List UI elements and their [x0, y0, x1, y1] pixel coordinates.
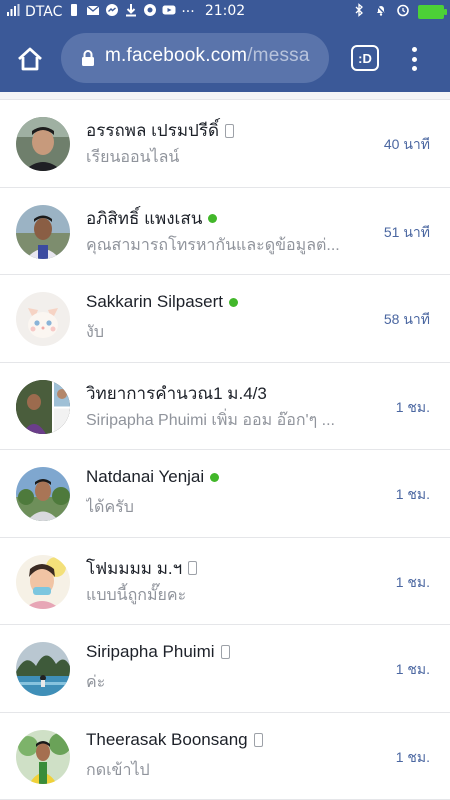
- address-bar[interactable]: m.facebook.com/messa: [61, 33, 329, 83]
- contact-name-text: โฟมมมม ม.ฯ: [86, 558, 183, 578]
- contact-name: Natdanai Yenjai: [86, 467, 220, 487]
- group-name: วิทยาการคำนวณ1 ม.4/3: [86, 380, 267, 407]
- avatar: [16, 204, 70, 259]
- status-bar: DTAC ··· 21:02: [0, 0, 450, 24]
- contact-name-text: Sakkarin Silpasert: [86, 292, 224, 311]
- conversation-row[interactable]: อรรถพล เปรมปรีดิ์ เรียนออนไลน์ 40 นาที: [0, 100, 450, 188]
- contact-name-text: Theerasak Boonsang: [86, 729, 248, 749]
- mobile-icon: [220, 645, 230, 659]
- avatar: [16, 729, 70, 784]
- alarm-icon: [396, 3, 410, 21]
- list-top-divider: [0, 92, 450, 100]
- mobile-icon: [188, 561, 198, 575]
- tab-switcher-button[interactable]: :D: [351, 45, 379, 71]
- contact-name: Theerasak Boonsang: [86, 730, 263, 750]
- conversation-row[interactable]: โฟมมมม ม.ฯ แบบนี้ถูกมั๊ยคะ 1 ชม.: [0, 537, 450, 625]
- contact-name: Sakkarin Silpasert: [86, 292, 239, 312]
- battery-icon: [418, 5, 447, 19]
- home-button[interactable]: [12, 41, 48, 77]
- status-right: [352, 3, 447, 21]
- menu-dot: [411, 66, 417, 71]
- conversation-row[interactable]: Natdanai Yenjai ได้ครับ 1 ชม.: [0, 450, 450, 538]
- contact-name: อภิสิทธิ์ แพงเสน: [86, 205, 218, 232]
- home-icon: [18, 47, 42, 71]
- group-avatar: [16, 379, 70, 434]
- contact-name-text: อรรถพล เปรมปรีดิ์: [86, 121, 220, 140]
- menu-dot: [411, 56, 417, 62]
- contact-name: Siripapha Phuimi: [86, 642, 230, 662]
- avatar: [16, 292, 70, 346]
- message-time: 1 ชม.: [395, 748, 430, 765]
- contact-name-text: Siripapha Phuimi: [86, 642, 215, 661]
- message-preview: งับ: [86, 324, 104, 341]
- bluetooth-icon: [352, 3, 366, 21]
- avatar: [16, 117, 70, 171]
- conversation-row[interactable]: Theerasak Boonsang กดเข้าไป 1 ชม.: [0, 712, 450, 800]
- url-path: /messa: [247, 45, 310, 66]
- lock-icon: [81, 50, 95, 70]
- message-preview: คุณสามารถโทรหากันและดูข้อมูลต่...: [86, 236, 340, 254]
- conversation-list: อรรถพล เปรมปรีดิ์ เรียนออนไลน์ 40 นาที อ…: [0, 92, 450, 800]
- bell-off-icon: [374, 3, 388, 21]
- conversation-row[interactable]: Sakkarin Silpasert งับ 58 นาที: [0, 275, 450, 363]
- avatar: [16, 554, 70, 609]
- contact-name-text: อภิสิทธิ์ แพงเสน: [86, 208, 203, 228]
- conversation-row[interactable]: วิทยาการคำนวณ1 ม.4/3 Siripapha Phuimi เพ…: [0, 362, 450, 450]
- message-preview: กดเข้าไป: [86, 761, 150, 779]
- message-preview: ได้ครับ: [86, 499, 134, 516]
- message-time: 51 นาที: [383, 223, 430, 240]
- menu-dot: [411, 47, 417, 52]
- message-preview: Siripapha Phuimi เพิ่ม ออม อ๊อก'ๆ ...: [86, 411, 335, 429]
- message-preview: แบบนี้ถูกมั๊ยคะ: [86, 586, 187, 604]
- conversation-row[interactable]: อภิสิทธิ์ แพงเสน คุณสามารถโทรหากันและดูข…: [0, 187, 450, 275]
- browser-toolbar: m.facebook.com/messa :D: [0, 24, 450, 92]
- online-indicator: [229, 297, 239, 307]
- url-domain: m.facebook.com: [105, 45, 248, 66]
- message-preview: เรียนออนไลน์: [86, 149, 180, 166]
- message-preview: ค่ะ: [86, 674, 106, 691]
- avatar: [16, 467, 70, 521]
- overflow-menu-button[interactable]: [404, 44, 424, 74]
- contact-name: โฟมมมม ม.ฯ: [86, 555, 198, 582]
- message-time: 1 ชม.: [395, 486, 430, 502]
- message-time: 1 ชม.: [395, 573, 430, 590]
- mobile-icon: [253, 732, 263, 747]
- group-name-text: วิทยาการคำนวณ1 ม.4/3: [86, 383, 267, 403]
- url-text: m.facebook.com/messa: [105, 45, 310, 67]
- avatar: [16, 642, 70, 696]
- message-time: 1 ชม.: [395, 398, 430, 415]
- online-indicator: [208, 213, 218, 223]
- online-indicator: [210, 472, 220, 482]
- message-time: 1 ชม.: [395, 661, 430, 677]
- message-time: 58 นาที: [383, 311, 430, 327]
- mobile-icon: [225, 123, 235, 138]
- contact-name-text: Natdanai Yenjai: [86, 467, 205, 486]
- contact-name: อรรถพล เปรมปรีดิ์: [86, 117, 235, 144]
- conversation-row[interactable]: Siripapha Phuimi ค่ะ 1 ชม.: [0, 625, 450, 713]
- message-time: 40 นาที: [383, 136, 430, 152]
